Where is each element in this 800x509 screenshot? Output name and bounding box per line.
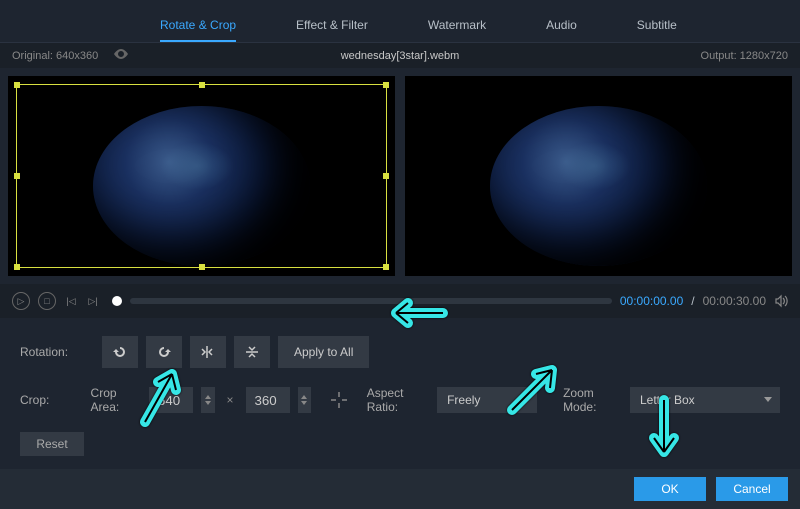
crop-frame[interactable]	[16, 84, 387, 268]
flip-horizontal-button[interactable]	[190, 336, 226, 368]
crop-area-label: Crop Area:	[91, 386, 139, 414]
flip-vertical-button[interactable]	[234, 336, 270, 368]
cancel-button[interactable]: Cancel	[716, 477, 788, 501]
tab-audio[interactable]: Audio	[546, 10, 577, 42]
next-frame-icon[interactable]: ▷|	[86, 292, 100, 310]
crop-height-spinner[interactable]	[298, 387, 312, 413]
zoom-mode-select[interactable]: Letter Box	[630, 387, 780, 413]
crop-handle-bl[interactable]	[14, 264, 20, 270]
time-sep: /	[691, 294, 694, 308]
crop-row: Crop: Crop Area: × Aspect Ratio: Freely …	[20, 386, 780, 414]
crop-handle-ml[interactable]	[14, 173, 20, 179]
time-current: 00:00:00.00	[620, 294, 683, 308]
reset-row: Reset	[20, 432, 780, 456]
crop-handle-tr[interactable]	[383, 82, 389, 88]
time-total: 00:00:30.00	[703, 294, 766, 308]
crop-handle-br[interactable]	[383, 264, 389, 270]
rotation-label: Rotation:	[20, 345, 94, 359]
volume-icon[interactable]	[774, 294, 788, 308]
dimension-separator: ×	[227, 393, 234, 407]
rotation-row: Rotation: Apply to All	[20, 336, 780, 368]
rotate-left-button[interactable]	[102, 336, 138, 368]
playhead[interactable]	[112, 296, 122, 306]
stop-icon[interactable]: □	[38, 292, 56, 310]
output-size-label: Output: 1280x720	[529, 50, 788, 62]
aspect-ratio-select[interactable]: Freely	[437, 387, 537, 413]
tab-effect-filter[interactable]: Effect & Filter	[296, 10, 368, 42]
tab-watermark[interactable]: Watermark	[428, 10, 486, 42]
crop-width-input[interactable]	[149, 387, 193, 413]
crop-handle-tl[interactable]	[14, 82, 20, 88]
crop-label: Crop:	[20, 393, 83, 407]
ok-button[interactable]: OK	[634, 477, 706, 501]
info-bar: Original: 640x360 wednesday[3star].webm …	[0, 43, 800, 68]
play-icon[interactable]: ▷	[12, 292, 30, 310]
original-size-label: Original: 640x360	[12, 50, 98, 62]
filename-label: wednesday[3star].webm	[271, 50, 530, 62]
crop-handle-bm[interactable]	[199, 264, 205, 270]
tab-bar: Rotate & Crop Effect & Filter Watermark …	[0, 0, 800, 43]
center-crop-icon[interactable]	[327, 386, 351, 414]
crop-height-input[interactable]	[246, 387, 290, 413]
aspect-ratio-label: Aspect Ratio:	[367, 386, 427, 414]
zoom-mode-label: Zoom Mode:	[563, 386, 620, 414]
crop-width-spinner[interactable]	[201, 387, 215, 413]
tab-subtitle[interactable]: Subtitle	[637, 10, 677, 42]
bottom-bar: OK Cancel	[0, 469, 800, 509]
reset-button[interactable]: Reset	[20, 432, 84, 456]
visibility-icon[interactable]	[113, 50, 129, 62]
output-preview	[405, 76, 792, 276]
apply-to-all-button[interactable]: Apply to All	[278, 336, 369, 368]
crop-handle-tm[interactable]	[199, 82, 205, 88]
playback-controls: ▷ □ |◁ ▷| 00:00:00.00 / 00:00:30.00	[0, 284, 800, 318]
timeline-track[interactable]	[130, 298, 612, 304]
tab-rotate-crop[interactable]: Rotate & Crop	[160, 10, 236, 42]
original-preview[interactable]	[8, 76, 395, 276]
crop-handle-mr[interactable]	[383, 173, 389, 179]
prev-frame-icon[interactable]: |◁	[64, 292, 78, 310]
rotate-right-button[interactable]	[146, 336, 182, 368]
